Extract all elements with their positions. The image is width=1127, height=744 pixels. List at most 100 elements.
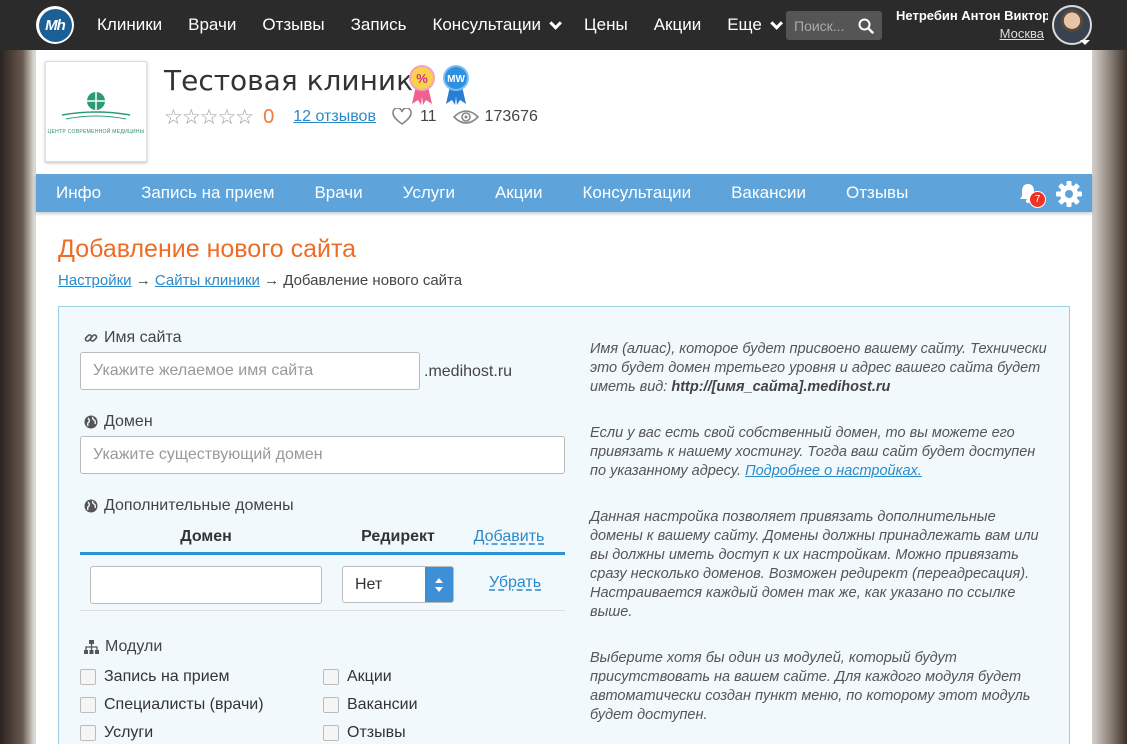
top-nav: Клиники Врачи Отзывы Запись Консультации… <box>84 0 792 50</box>
nav-label: Клиники <box>97 15 163 34</box>
hint-url-example: http://[имя_сайта].medihost.ru <box>671 379 891 395</box>
gear-icon[interactable] <box>1055 180 1083 208</box>
checkbox[interactable] <box>323 725 339 741</box>
extra-domains-table-header: Домен Редирект Добавить <box>80 521 565 555</box>
nav-prices[interactable]: Цены <box>571 0 641 50</box>
breadcrumb: Настройки → Сайты клиники → Добавление н… <box>58 272 462 289</box>
domain-input[interactable] <box>80 436 565 474</box>
nav-clinics[interactable]: Клиники <box>84 0 175 50</box>
module-checkbox-promotions[interactable]: Акции <box>323 668 392 686</box>
clinic-title: Тестовая клиника <box>164 64 431 97</box>
reviews-link[interactable]: 12 отзывов <box>293 108 376 126</box>
search-input[interactable] <box>786 11 850 40</box>
menu-reviews[interactable]: Отзывы <box>826 183 928 203</box>
menu-vacancies[interactable]: Вакансии <box>711 183 826 203</box>
search-icon <box>858 18 874 34</box>
table-row-divider <box>80 610 565 611</box>
domain-label: Домен <box>84 413 153 431</box>
user-city-link[interactable]: Москва <box>896 26 1048 41</box>
checkbox-label: Вакансии <box>347 696 418 713</box>
nav-label: Цены <box>584 15 628 34</box>
badge-mw-text: MW <box>447 74 465 85</box>
breadcrumb-sites-link[interactable]: Сайты клиники <box>155 272 260 289</box>
extra-domain-input[interactable] <box>90 566 322 604</box>
menu-info[interactable]: Инфо <box>36 183 121 203</box>
nav-doctors[interactable]: Врачи <box>175 0 249 50</box>
sitemap-icon <box>84 640 99 654</box>
badge-discount-text: % <box>416 71 428 86</box>
notification-badge: 7 <box>1029 191 1046 208</box>
likes-counter[interactable]: 11 <box>392 108 437 126</box>
clinic-logo-emblem <box>61 91 131 119</box>
menu-promotions[interactable]: Акции <box>475 183 563 203</box>
col-redirect-header: Редирект <box>361 527 435 545</box>
extra-domains-label-text: Дополнительные домены <box>104 497 294 514</box>
checkbox-label: Отзывы <box>347 724 406 741</box>
nav-label: Консультации <box>432 15 542 34</box>
menu-appointment[interactable]: Запись на прием <box>121 183 294 203</box>
site-name-input[interactable] <box>80 352 420 390</box>
checkbox[interactable] <box>80 725 96 741</box>
col-domain-header: Домен <box>180 527 232 545</box>
mw-badge-icon: MW <box>443 65 469 105</box>
site-form-panel: Имя сайта .medihost.ru Домен Дополнитель… <box>58 306 1070 744</box>
domain-label-text: Домен <box>104 413 153 430</box>
hint-site-name: Имя (алиас), которое будет присвоено ваш… <box>590 340 1050 397</box>
nav-promotions[interactable]: Акции <box>641 0 715 50</box>
user-name: Нетребин Антон Викторо <box>896 8 1048 23</box>
caret-down-icon <box>1080 40 1090 45</box>
extra-domains-label: Дополнительные домены <box>84 497 294 515</box>
menu-doctors[interactable]: Врачи <box>294 183 382 203</box>
module-checkbox-appointment[interactable]: Запись на прием <box>80 668 230 686</box>
redirect-select-value: Нет <box>355 575 383 593</box>
nav-more[interactable]: Еще <box>714 0 792 50</box>
nav-label: Еще <box>727 15 762 34</box>
top-navbar: Mh Клиники Врачи Отзывы Запись Консульта… <box>0 0 1127 50</box>
remove-domain-link[interactable]: Убрать <box>489 574 541 592</box>
nav-appointment[interactable]: Запись <box>338 0 420 50</box>
clinic-rating-row: ☆☆☆☆☆ 0 12 отзывов 11 173676 <box>164 105 538 130</box>
checkbox-label: Услуги <box>104 724 154 741</box>
heart-icon <box>392 108 412 125</box>
modules-label-text: Модули <box>105 638 163 655</box>
add-domain-link[interactable]: Добавить <box>464 528 554 546</box>
modules-label: Модули <box>84 638 162 656</box>
link-icon <box>84 334 98 342</box>
hint-modules: Выберите хотя бы один из модулей, которы… <box>590 650 1031 723</box>
redirect-select[interactable]: Нет <box>342 566 454 603</box>
nav-label: Акции <box>653 15 702 34</box>
chevron-down-icon <box>549 16 563 30</box>
module-checkbox-specialists[interactable]: Специалисты (врачи) <box>80 696 264 714</box>
views-count: 173676 <box>484 108 538 125</box>
hint-extra-domains: Данная настройка позволяет привязать доп… <box>590 509 1039 620</box>
checkbox[interactable] <box>323 697 339 713</box>
search-box <box>786 11 882 40</box>
checkbox-label: Запись на прием <box>104 668 230 685</box>
views-counter: 173676 <box>452 108 538 126</box>
logo-text: Mh <box>38 8 72 42</box>
site-logo[interactable]: Mh <box>36 6 74 44</box>
user-info[interactable]: Нетребин Антон Викторо Москва <box>896 8 1048 41</box>
checkbox[interactable] <box>80 669 96 685</box>
globe-icon <box>84 415 98 429</box>
avatar[interactable] <box>1052 5 1092 45</box>
clinic-page: ЦЕНТР СОВРЕМЕННОЙ МЕДИЦИНЫ Тестовая клин… <box>36 50 1092 744</box>
hint-domain: Если у вас есть свой собственный домен, … <box>590 424 1050 481</box>
nav-label: Запись <box>350 15 407 34</box>
menu-consultations[interactable]: Консультации <box>562 183 711 203</box>
checkbox[interactable] <box>323 669 339 685</box>
module-checkbox-reviews[interactable]: Отзывы <box>323 724 406 742</box>
checkbox[interactable] <box>80 697 96 713</box>
breadcrumb-settings-link[interactable]: Настройки <box>58 272 132 289</box>
site-name-label-text: Имя сайта <box>104 329 182 346</box>
page-title: Добавление нового сайта <box>58 235 357 263</box>
nav-consultations[interactable]: Консультации <box>419 0 571 50</box>
rating-stars-icon[interactable]: ☆☆☆☆☆ <box>164 105 254 130</box>
select-arrows-icon <box>425 567 453 602</box>
nav-reviews[interactable]: Отзывы <box>249 0 337 50</box>
settings-details-link[interactable]: Подробнее о настройках. <box>745 463 922 479</box>
search-button[interactable] <box>850 11 882 40</box>
module-checkbox-services[interactable]: Услуги <box>80 724 153 742</box>
module-checkbox-vacancies[interactable]: Вакансии <box>323 696 418 714</box>
menu-services[interactable]: Услуги <box>383 183 475 203</box>
